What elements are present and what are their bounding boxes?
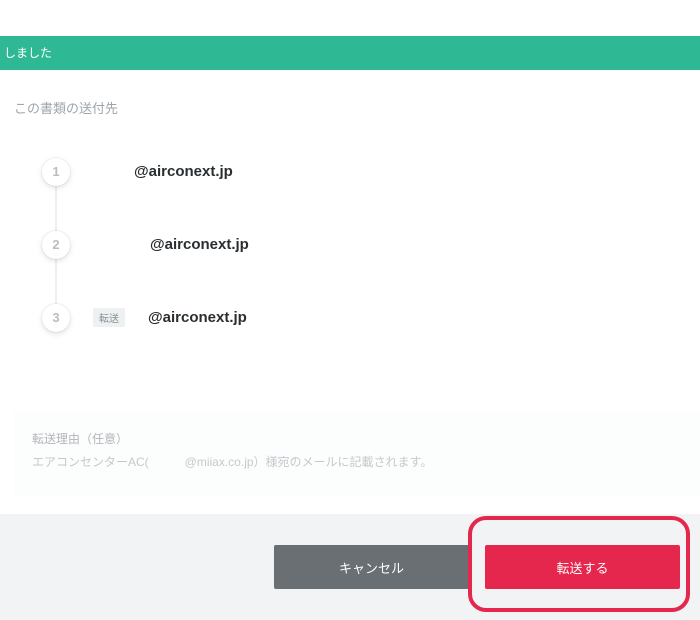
recipient-row: 1 @airconext.jp <box>14 135 700 208</box>
footer-bar: キャンセル 転送する <box>0 514 700 620</box>
recipients-list: 1 @airconext.jp 2 @airconext.jp 3 転送 @ai… <box>0 135 700 354</box>
recipient-email: @airconext.jp <box>134 297 700 338</box>
reason-hint: エアコンセンターAC( @miiax.co.jp）様宛のメールに記載されます。 <box>32 453 682 470</box>
recipient-email: @airconext.jp <box>134 224 700 265</box>
recipient-email: @airconext.jp <box>134 151 700 192</box>
transfer-badge: 転送 <box>93 308 125 327</box>
status-banner: しました <box>0 36 700 70</box>
step-number: 3 <box>42 304 70 332</box>
transfer-submit-button[interactable]: 転送する <box>485 545 680 589</box>
badge-slot: 転送 <box>84 308 134 327</box>
step-connector <box>55 258 57 304</box>
reason-label: 転送理由（任意） <box>32 430 682 447</box>
recipient-row: 3 転送 @airconext.jp <box>14 281 700 354</box>
step-number: 2 <box>42 231 70 259</box>
step-number: 1 <box>42 158 70 186</box>
section-title: この書類の送付先 <box>0 70 700 135</box>
step-connector <box>55 185 57 231</box>
cancel-button[interactable]: キャンセル <box>274 545 469 589</box>
transfer-reason-section: 転送理由（任意） エアコンセンターAC( @miiax.co.jp）様宛のメール… <box>14 412 700 496</box>
recipient-row: 2 @airconext.jp <box>14 208 700 281</box>
